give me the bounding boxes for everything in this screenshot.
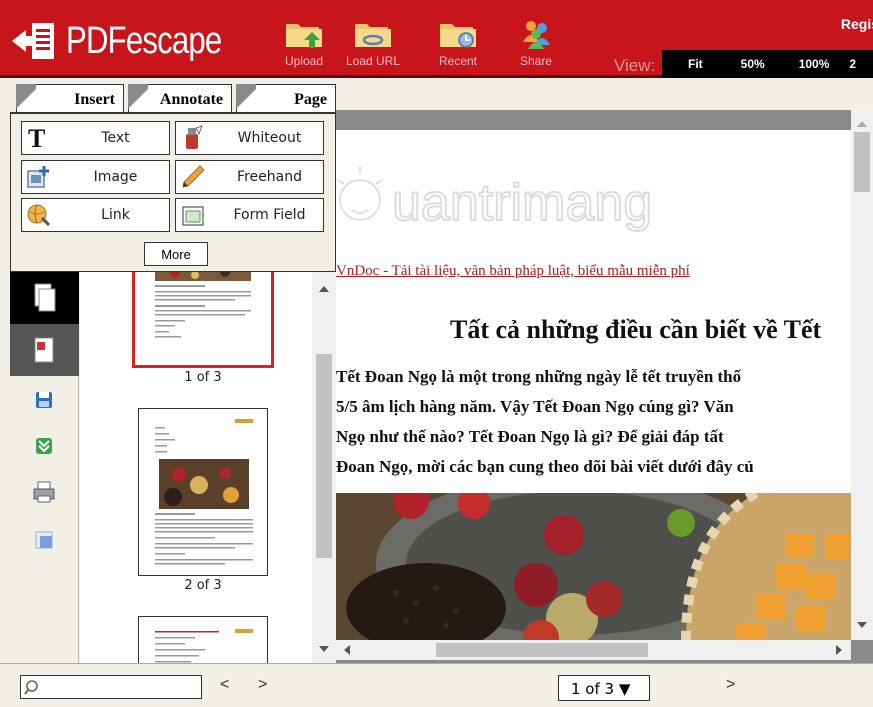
document-line-1: Tết Đoan Ngọ là một trong những ngày lễ …	[336, 367, 742, 386]
view-50-option[interactable]: 50%	[741, 57, 765, 71]
sidebar-item-save[interactable]	[10, 376, 79, 428]
freehand-tool-button[interactable]: Freehand	[175, 160, 324, 194]
thumbnail-page-3[interactable]	[138, 616, 268, 663]
pages-icon	[34, 283, 56, 312]
top-header: PDFescape Upload Load URL Recent Share R…	[0, 0, 873, 78]
register-link[interactable]: Regis	[841, 16, 873, 32]
logo-text: PDFescape	[66, 19, 222, 62]
thumbnail-label-2: 2 of 3	[184, 578, 222, 593]
page-layout-icon	[35, 531, 53, 549]
insert-tools-panel: T Text Whiteout Image Freehand Link Form…	[10, 112, 336, 272]
food-photo-image	[336, 493, 851, 640]
folder-clock-icon	[440, 24, 476, 48]
document-vertical-scrollbar[interactable]	[851, 110, 873, 640]
view-100-option[interactable]: 100%	[799, 57, 830, 71]
search-icon	[24, 680, 38, 695]
document-title: Tất cả những điều cần biết về Tết	[450, 315, 822, 344]
whiteout-bottle-icon	[186, 125, 203, 149]
search-next-button[interactable]: >	[258, 676, 267, 694]
sidebar-item-print[interactable]	[10, 468, 79, 520]
view-zoom-bar: Fit 50% 100% 2	[662, 50, 873, 78]
whiteout-tool-button[interactable]: Whiteout	[175, 121, 324, 155]
sidebar-icons	[10, 272, 79, 663]
download-icon	[36, 438, 52, 454]
thumbnail-label-1: 1 of 3	[184, 370, 222, 385]
quantrimang-watermark-icon: uantrimang	[337, 166, 653, 233]
whiteout-tool-label: Whiteout	[237, 130, 302, 146]
thumbnail-page-1[interactable]	[132, 272, 274, 368]
document-viewport: uantrimang VnDoc - Tải tài liệu, văn bản…	[336, 110, 873, 663]
svg-text:uantrimang: uantrimang	[392, 174, 652, 232]
save-icon	[36, 392, 52, 408]
insert-image-icon	[27, 166, 49, 188]
document-line-3: Ngọ như thế nào? Tết Đoan Ngọ là gì? Để …	[336, 427, 724, 446]
load-url-button[interactable]: Load URL	[341, 18, 405, 68]
recent-label: Recent	[438, 54, 478, 68]
more-tools-button[interactable]: More	[144, 242, 208, 266]
folder-link-icon	[355, 24, 391, 47]
people-share-icon	[523, 21, 550, 49]
sidebar-item-layout[interactable]	[10, 516, 79, 568]
page-thumbnails: 1 of 3 2 of 3	[80, 272, 336, 663]
tab-insert[interactable]: Insert	[16, 84, 124, 114]
view-label: View:	[614, 56, 656, 75]
svg-text:T: T	[28, 125, 45, 151]
text-tool-button[interactable]: T Text	[21, 121, 170, 155]
load-url-label: Load URL	[345, 54, 401, 68]
thumbnail-scrollbar[interactable]	[312, 272, 336, 663]
tool-tabs: Insert Annotate Page	[10, 82, 336, 114]
share-button[interactable]: Share	[504, 18, 568, 68]
image-tool-button[interactable]: Image	[21, 160, 170, 194]
sidebar-item-download[interactable]	[10, 422, 79, 474]
form-field-icon	[182, 206, 204, 226]
freehand-tool-label: Freehand	[237, 169, 302, 185]
view-fit-option[interactable]: Fit	[688, 57, 703, 71]
sidebar-item-pdf[interactable]	[10, 324, 79, 376]
text-tool-label: Text	[101, 130, 130, 146]
pdfescape-app: PDFescape Upload Load URL Recent Share R…	[0, 0, 873, 707]
upload-button[interactable]: Upload	[272, 18, 336, 68]
thumbnail-page-1-image	[155, 272, 251, 338]
link-tool-button[interactable]: Link	[21, 198, 170, 232]
bottom-toolbar: < > 1 of 3 ▼ >	[0, 663, 873, 707]
recent-button[interactable]: Recent	[426, 18, 490, 68]
pdfescape-logo[interactable]: PDFescape	[12, 20, 256, 62]
text-tool-icon: T	[28, 125, 45, 151]
pdf-page[interactable]: uantrimang VnDoc - Tải tài liệu, văn bản…	[336, 130, 851, 640]
image-tool-label: Image	[93, 169, 138, 185]
pencil-icon	[182, 165, 205, 188]
form-field-tool-button[interactable]: Form Field	[175, 198, 324, 232]
thumbnail-page-3-image	[155, 629, 253, 663]
form-field-tool-label: Form Field	[233, 207, 306, 223]
tab-page[interactable]: Page	[236, 84, 336, 114]
logo-icon	[12, 23, 54, 59]
tab-annotate[interactable]: Annotate	[128, 84, 232, 114]
page-select-dropdown[interactable]: 1 of 3 ▼	[558, 675, 650, 701]
vndoc-link[interactable]: VnDoc - Tải tài liệu, văn bản pháp luật,…	[336, 263, 690, 280]
thumbnail-page-2[interactable]	[138, 408, 268, 576]
upload-label: Upload	[284, 54, 324, 68]
document-line-2: 5/5 âm lịch hàng năm. Vậy Tết Đoan Ngọ c…	[336, 397, 734, 416]
print-icon	[33, 481, 55, 503]
link-globe-icon	[27, 204, 51, 227]
pdf-icon	[34, 337, 54, 363]
folder-upload-icon	[286, 24, 322, 48]
link-tool-label: Link	[101, 207, 130, 223]
sidebar-item-pages[interactable]	[10, 272, 79, 324]
next-page-button[interactable]: >	[726, 676, 735, 694]
document-line-4: Đoan Ngọ, mời các bạn cung theo dõi bài …	[336, 457, 754, 476]
share-label: Share	[519, 54, 553, 68]
view-200-option[interactable]: 2	[849, 57, 856, 71]
document-horizontal-scrollbar[interactable]	[336, 640, 851, 660]
thumbnail-page-2-image	[155, 419, 253, 565]
search-input[interactable]	[20, 675, 202, 699]
search-prev-button[interactable]: <	[220, 676, 229, 694]
